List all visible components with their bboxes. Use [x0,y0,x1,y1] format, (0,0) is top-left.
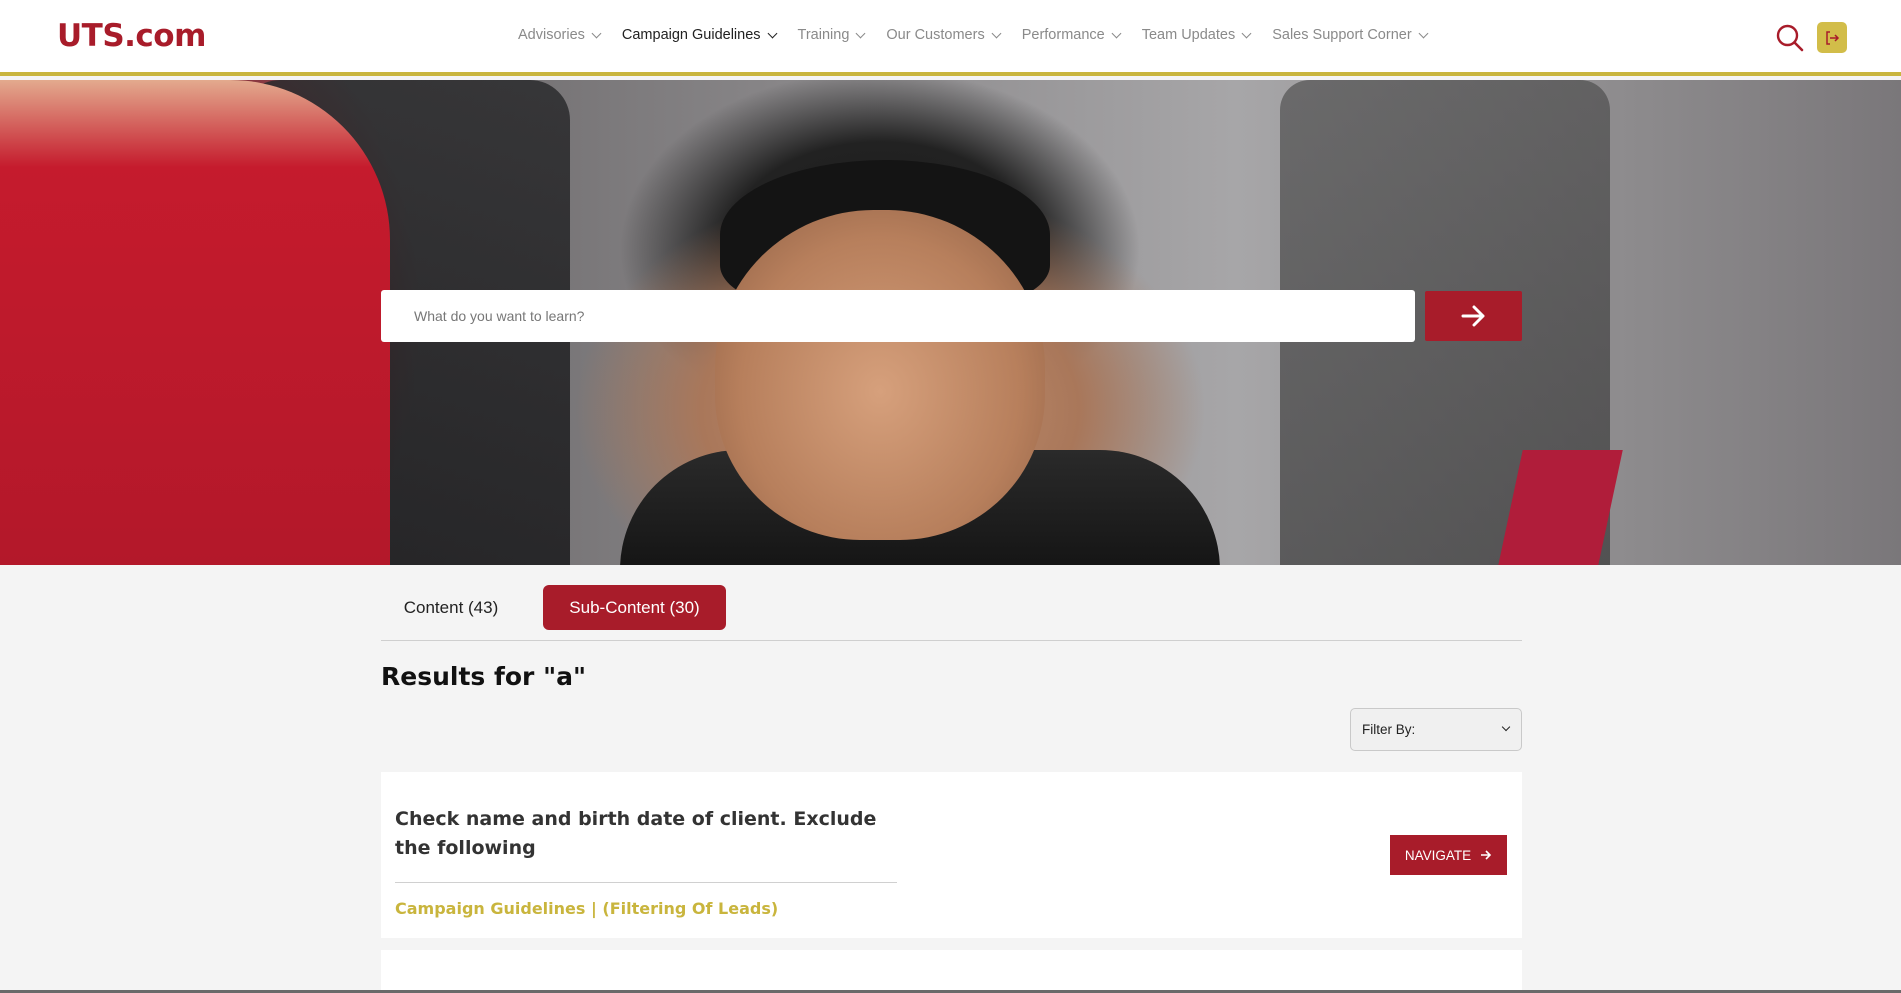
nav-label: Campaign Guidelines [621,27,761,43]
nav-label: Team Updates [1141,27,1236,43]
chevron-down-icon [1241,28,1252,38]
tab-sub-content[interactable]: Sub-Content (30) [543,585,726,630]
nav-label: Our Customers [886,27,985,43]
divider [395,882,897,883]
arrow-right-icon [1461,305,1484,327]
result-title: Check name and birth date of client. Exc… [395,808,877,859]
site-logo[interactable]: UTS.com [57,18,206,54]
result-category-link[interactable]: Campaign Guidelines | (Filtering Of Lead… [395,899,778,918]
chevron-down-icon [855,28,866,38]
chevron-down-icon [1111,28,1122,38]
search-icon[interactable] [1775,23,1805,53]
search-submit-button[interactable] [1425,291,1522,341]
logout-icon [1826,30,1840,45]
logout-button[interactable] [1817,22,1847,53]
nav-advisories[interactable]: Advisories [518,27,602,43]
hero-photo-person-face [715,210,1045,540]
nav-label: Sales Support Corner [1272,27,1412,43]
nav-team-updates[interactable]: Team Updates [1141,27,1252,43]
top-header: UTS.com Advisories Campaign Guidelines T… [0,0,1901,76]
navigate-label: NAVIGATE [1404,847,1472,863]
filter-label: Filter By: [1362,722,1416,737]
search-input[interactable] [381,290,1415,342]
hero-photo-person-left [0,80,390,565]
nav-training[interactable]: Training [797,27,866,43]
nav-our-customers[interactable]: Our Customers [886,27,1002,43]
nav-sales-support-corner[interactable]: Sales Support Corner [1272,27,1429,43]
results-tabs: Content (43) Sub-Content (30) [381,585,1522,641]
navigate-button[interactable]: NAVIGATE [1390,835,1507,875]
result-card [381,950,1522,993]
chevron-down-icon [591,28,602,38]
chevron-down-icon [1418,28,1429,38]
tab-content[interactable]: Content (43) [381,585,521,630]
results-title: Results for "a" [381,662,586,691]
chevron-down-icon [1501,722,1511,732]
nav-label: Performance [1021,27,1105,43]
nav-label: Training [797,27,850,43]
arrow-right-icon [1481,850,1492,860]
nav-campaign-guidelines[interactable]: Campaign Guidelines [621,27,777,43]
filter-select[interactable]: Filter By: [1350,708,1522,751]
nav-performance[interactable]: Performance [1021,27,1122,43]
nav-label: Advisories [518,27,585,43]
chevron-down-icon [991,28,1002,38]
main-nav: Advisories Campaign Guidelines Training … [518,27,1449,43]
result-card: Check name and birth date of client. Exc… [381,772,1522,938]
chevron-down-icon [767,28,777,38]
